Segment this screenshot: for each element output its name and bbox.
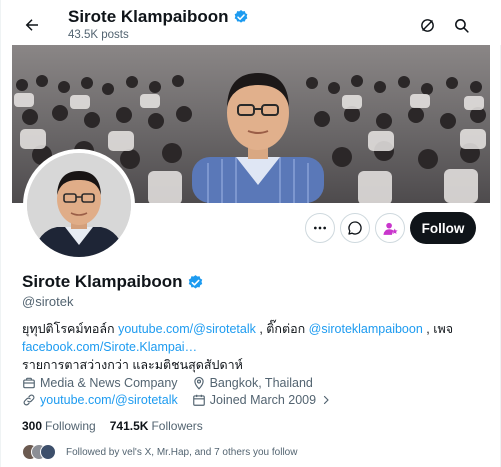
message-button[interactable] bbox=[340, 213, 370, 243]
search-button[interactable] bbox=[445, 9, 477, 41]
followers-stat[interactable]: 741.5K Followers bbox=[110, 419, 203, 433]
profile-avatar[interactable] bbox=[23, 149, 135, 261]
follow-stats: 300 Following 741.5K Followers bbox=[22, 419, 203, 433]
bio-text: ยุทุปติโรคม์ทอล์ก bbox=[22, 322, 119, 336]
followed-by-text: Followed by vel's X, Mr.Hap, and 7 other… bbox=[66, 446, 298, 458]
profile-name-row: Sirote Klampaiboon bbox=[22, 272, 204, 292]
bio-text: , เพจ bbox=[422, 322, 454, 336]
follower-avatars bbox=[22, 444, 56, 460]
profile-page: Sirote Klampaiboon 43.5K posts Follow Si… bbox=[0, 0, 501, 467]
profile-bio: ยุทุปติโรคม์ทอล์ก youtube.com/@sirotetal… bbox=[22, 320, 482, 374]
chevron-right-icon bbox=[323, 395, 329, 405]
bio-facebook-link[interactable]: facebook.com/Sirote.Klampai… bbox=[22, 340, 197, 354]
search-icon bbox=[454, 18, 469, 33]
bio-text: รายการตาสว่างกว่า และมติชนสุดสัปดาห์ bbox=[22, 358, 243, 372]
avatar-photo bbox=[27, 153, 131, 257]
location-item: Bangkok, Thailand bbox=[192, 376, 313, 390]
verified-badge-icon bbox=[234, 10, 247, 23]
bio-text: , ติ๊กต่อก bbox=[255, 322, 309, 336]
back-button[interactable] bbox=[15, 8, 49, 42]
briefcase-icon bbox=[23, 377, 35, 389]
subscribe-button[interactable] bbox=[375, 213, 405, 243]
top-bar: Sirote Klampaiboon 43.5K posts bbox=[1, 0, 501, 45]
category-text: Media & News Company bbox=[40, 376, 178, 390]
followers-count: 741.5K bbox=[109, 419, 149, 433]
header-name: Sirote Klampaiboon bbox=[68, 7, 229, 26]
grok-button[interactable] bbox=[411, 9, 443, 41]
category-item: Media & News Company bbox=[22, 376, 178, 390]
calendar-icon bbox=[192, 394, 205, 406]
profile-handle: @sirotek bbox=[22, 294, 74, 309]
profile-meta-row-1: Media & News Company Bangkok, Thailand bbox=[22, 376, 313, 390]
bio-youtube-link[interactable]: youtube.com/@sirotetalk bbox=[118, 322, 256, 336]
more-button[interactable] bbox=[305, 213, 335, 243]
profile-name: Sirote Klampaiboon bbox=[22, 272, 183, 291]
verified-badge-icon[interactable] bbox=[187, 274, 204, 291]
message-icon bbox=[348, 221, 362, 235]
link-icon bbox=[23, 394, 35, 406]
follower-avatar bbox=[40, 444, 56, 460]
grok-icon bbox=[420, 18, 434, 32]
website-link[interactable]: youtube.com/@sirotetalk bbox=[40, 393, 178, 407]
more-icon bbox=[314, 226, 326, 230]
followed-by-row[interactable]: Followed by vel's X, Mr.Hap, and 7 other… bbox=[22, 444, 297, 460]
website-item: youtube.com/@sirotetalk bbox=[22, 393, 178, 407]
header-title-block: Sirote Klampaiboon 43.5K posts bbox=[68, 6, 249, 41]
joined-text: Joined March 2009 bbox=[209, 393, 317, 407]
followers-label: Followers bbox=[151, 419, 203, 433]
subscribe-icon bbox=[382, 222, 398, 235]
follow-button[interactable]: Follow bbox=[410, 212, 476, 244]
posts-count: 43.5K posts bbox=[68, 29, 129, 41]
following-label: Following bbox=[45, 419, 96, 433]
back-arrow-icon bbox=[25, 19, 38, 31]
bio-tiktok-mention[interactable]: @siroteklampaiboon bbox=[309, 322, 423, 336]
profile-meta-row-2: youtube.com/@sirotetalk Joined March 200… bbox=[22, 393, 332, 407]
location-text: Bangkok, Thailand bbox=[209, 376, 313, 390]
following-stat[interactable]: 300 Following bbox=[22, 419, 96, 433]
location-icon bbox=[193, 376, 204, 390]
following-count: 300 bbox=[22, 419, 43, 433]
joined-item[interactable]: Joined March 2009 bbox=[192, 393, 332, 407]
